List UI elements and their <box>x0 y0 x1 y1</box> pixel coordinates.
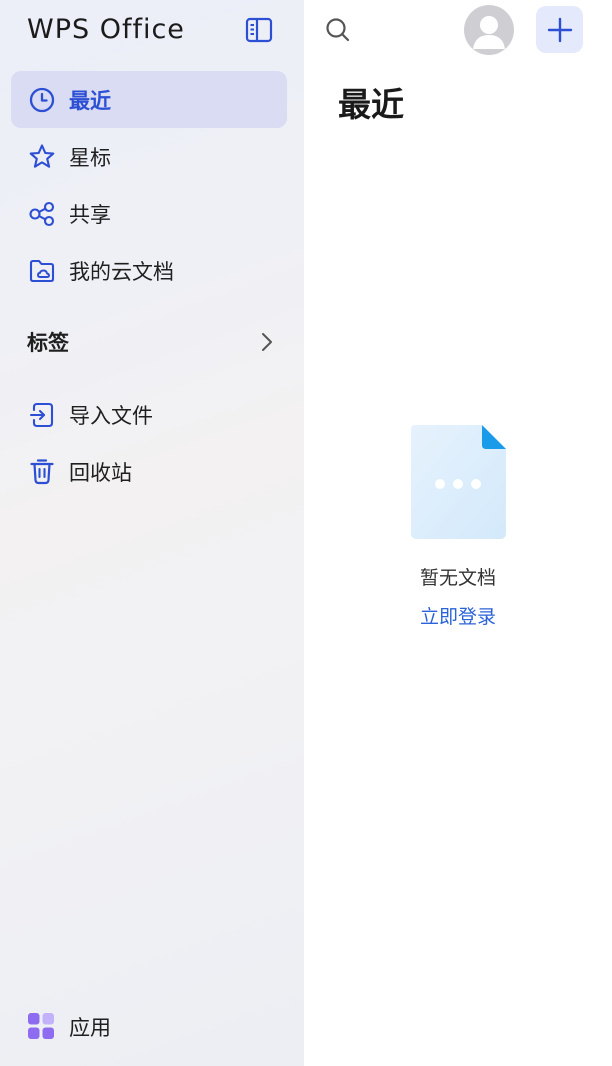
trash-icon <box>27 457 57 487</box>
search-icon <box>326 18 350 42</box>
nav-item-cloud-docs[interactable]: 我的云文档 <box>11 242 287 299</box>
app-logo: WPS Office <box>27 14 185 45</box>
nav-item-recent[interactable]: 最近 <box>11 71 287 128</box>
nav-item-import[interactable]: 导入文件 <box>11 386 287 443</box>
main-nav: 最近 星标 共享 我的云文档 <box>11 71 287 299</box>
nav-item-trash[interactable]: 回收站 <box>11 443 287 500</box>
share-icon <box>27 199 57 229</box>
apps-grid-icon <box>27 1012 57 1042</box>
login-link[interactable]: 立即登录 <box>420 602 496 629</box>
apps-button[interactable]: 应用 <box>27 1007 111 1047</box>
page-title: 最近 <box>338 85 404 124</box>
nav-item-label: 我的云文档 <box>69 259 174 284</box>
star-icon <box>27 142 57 172</box>
user-avatar-icon <box>473 16 505 49</box>
empty-message: 暂无文档 <box>419 567 496 589</box>
sidebar-toggle-button[interactable] <box>243 14 275 46</box>
search-button[interactable] <box>322 14 354 46</box>
clock-icon <box>27 85 57 115</box>
sidebar: WPS Office 最近 星标 共享 我的云文档 标签 导入文件 回收站 应用 <box>0 0 304 1066</box>
chevron-right-icon <box>262 333 272 351</box>
plus-icon <box>547 17 572 42</box>
tags-label: 标签 <box>27 331 69 355</box>
sidebar-panel-icon <box>245 17 273 43</box>
add-button[interactable] <box>536 6 583 53</box>
nav-item-starred[interactable]: 星标 <box>11 128 287 185</box>
nav-item-label: 最近 <box>69 88 111 113</box>
empty-state: 暂无文档 立即登录 <box>304 425 612 629</box>
nav-item-shared[interactable]: 共享 <box>11 185 287 242</box>
nav-item-label: 共享 <box>69 202 111 227</box>
nav-item-label: 导入文件 <box>69 403 153 428</box>
cloud-folder-icon <box>27 256 57 286</box>
apps-label: 应用 <box>69 1016 111 1040</box>
empty-document-icon <box>410 425 506 539</box>
nav-item-label: 星标 <box>69 145 111 170</box>
tags-section-header[interactable]: 标签 <box>27 322 277 362</box>
import-icon <box>27 400 57 430</box>
secondary-nav: 导入文件 回收站 <box>11 386 287 500</box>
nav-item-label: 回收站 <box>69 460 132 485</box>
user-avatar[interactable] <box>464 5 514 55</box>
